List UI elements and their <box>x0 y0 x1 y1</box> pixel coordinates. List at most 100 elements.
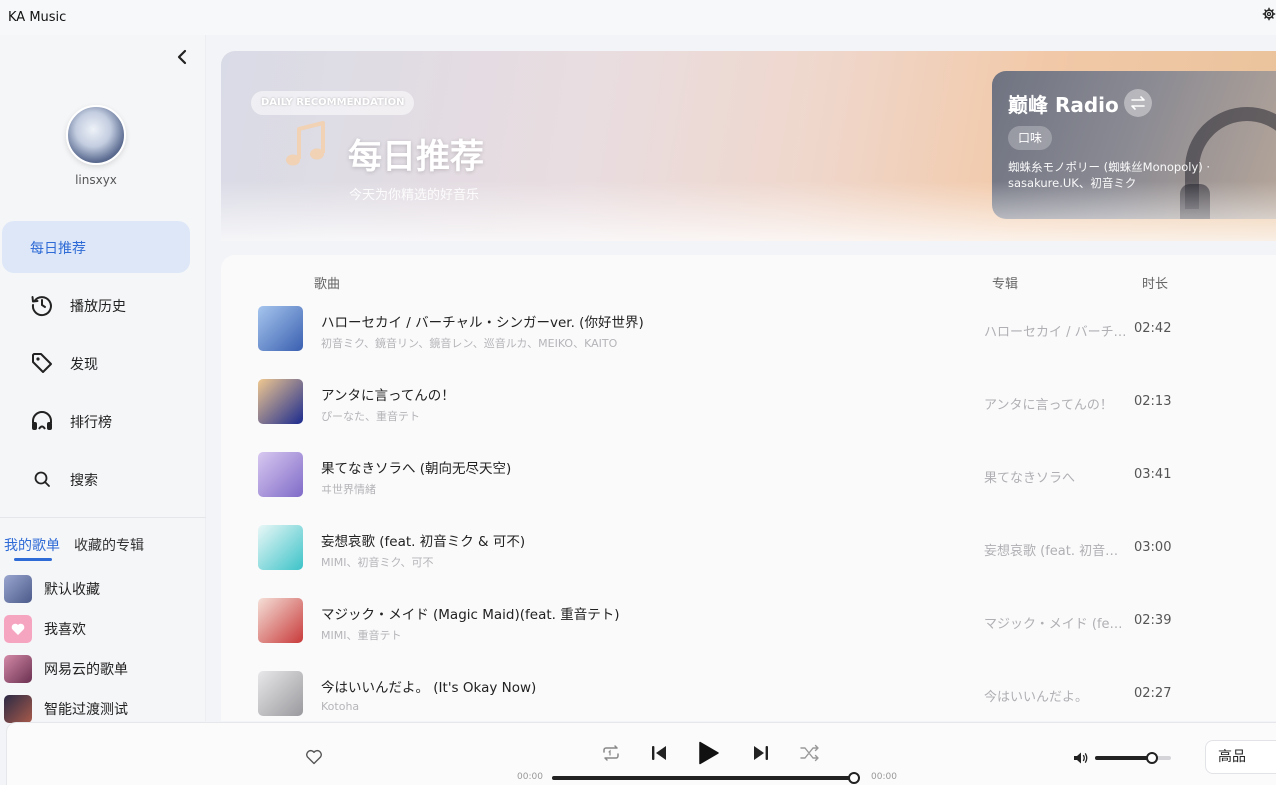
song-album[interactable]: アンタに言ってんの！ <box>984 394 1130 413</box>
playlist-thumbnail <box>4 655 32 683</box>
progress-fill <box>552 776 854 780</box>
song-cover <box>258 525 303 570</box>
sidebar-item-search[interactable]: 搜索 <box>2 453 190 505</box>
gear-icon[interactable] <box>1262 5 1276 23</box>
song-cover <box>258 452 303 497</box>
previous-icon[interactable] <box>651 744 667 762</box>
username: linsxyx <box>75 173 117 187</box>
song-title: 今はいいんだよ。 (It's Okay Now) <box>321 680 537 696</box>
column-header-duration: 时长 <box>1142 277 1169 292</box>
song-artists: Kotoha <box>321 700 360 713</box>
heart-playlist-icon <box>4 615 32 643</box>
song-album[interactable]: 妄想哀歌 (feat. 初音ミク & 可不) <box>984 540 1130 559</box>
song-duration: 02:13 <box>1134 394 1172 409</box>
volume-slider[interactable] <box>1095 752 1171 764</box>
library-tabs: 我的歌单 收藏的专辑 <box>4 535 144 561</box>
app-title: KA Music <box>8 10 67 25</box>
song-cover <box>258 598 303 643</box>
song-row[interactable]: アンタに言ってんの！ ぴーなた、重音テト アンタに言ってんの！ 02:13 <box>221 371 1276 444</box>
collapse-sidebar-icon[interactable] <box>172 47 192 67</box>
song-duration: 03:41 <box>1134 467 1172 482</box>
song-artists: ぴーなた、重音テト <box>321 410 420 423</box>
progress-handle[interactable] <box>848 772 860 784</box>
sidebar-item-label: 每日推荐 <box>30 241 86 257</box>
song-album[interactable]: 今はいいんだよ。 <box>984 686 1130 705</box>
headphone-icon <box>1180 107 1276 219</box>
song-album[interactable]: マジック・メイド (feat. 重音テト) <box>984 613 1130 632</box>
song-cover <box>258 671 303 716</box>
playlist-thumbnail <box>4 695 32 723</box>
playlist-name: 网易云的歌单 <box>44 662 128 678</box>
sidebar-nav: 每日推荐 播放历史 发现 排行榜 搜索 <box>0 221 206 511</box>
song-artists: MIMI、重音テト <box>321 629 402 642</box>
sidebar-item-label: 排行榜 <box>70 415 112 431</box>
sidebar-item-label: 搜索 <box>70 473 98 489</box>
history-icon <box>31 296 52 317</box>
playlist-name: 我喜欢 <box>44 622 86 638</box>
song-row[interactable]: 妄想哀歌 (feat. 初音ミク & 可不) MIMI、初音ミク、可不 妄想哀歌… <box>221 517 1276 590</box>
playlist-list: 默认收藏 我喜欢 网易云的歌单 智能过渡测试 <box>4 569 128 729</box>
playlist-item[interactable]: 网易云的歌单 <box>4 649 128 689</box>
volume-handle[interactable] <box>1146 752 1158 764</box>
avatar[interactable] <box>66 105 126 165</box>
volume-fill <box>1095 756 1152 760</box>
tab-saved-albums[interactable]: 收藏的专辑 <box>74 535 144 561</box>
song-cover <box>258 306 303 351</box>
song-row[interactable]: ハローセカイ / バーチャル・シンガーver. (你好世界) 初音ミク、鏡音リン… <box>221 298 1276 371</box>
song-duration: 02:27 <box>1134 686 1172 701</box>
song-list: 歌曲 专辑 时长 ハローセカイ / バーチャル・シンガーver. (你好世界) … <box>221 255 1276 721</box>
sidebar-divider <box>0 517 206 518</box>
banner-subtitle: 今天为你精选的好音乐 <box>349 188 480 203</box>
sidebar-item-discover[interactable]: 发现 <box>2 337 190 389</box>
playlist-name: 智能过渡测试 <box>44 702 128 718</box>
play-icon[interactable] <box>697 741 719 765</box>
song-cover <box>258 379 303 424</box>
sidebar-item-label: 发现 <box>70 357 98 373</box>
radio-card[interactable]: 巅峰 Radio 口味 蜘蛛糸モノポリー (蜘蛛丝Monopoly) · sas… <box>992 71 1276 219</box>
heart-icon[interactable] <box>305 749 323 765</box>
song-title: ハローセカイ / バーチャル・シンガーver. (你好世界) <box>321 315 644 331</box>
sidebar-item-charts[interactable]: 排行榜 <box>2 395 190 447</box>
playlist-thumbnail <box>4 575 32 603</box>
song-album[interactable]: 果てなきソラへ <box>984 467 1130 486</box>
song-artists: ヰ世界情緒 <box>321 483 376 496</box>
song-artists: MIMI、初音ミク、可不 <box>321 556 434 569</box>
song-duration: 02:39 <box>1134 613 1172 628</box>
banner-title: 每日推荐 <box>348 137 484 177</box>
tag-icon <box>32 353 52 373</box>
song-title: マジック・メイド (Magic Maid)(feat. 重音テト) <box>321 607 620 623</box>
shuffle-icon[interactable] <box>800 744 820 762</box>
sidebar: linsxyx 每日推荐 播放历史 发现 排行榜 搜索 我的歌单 收藏的专辑 默… <box>0 35 206 723</box>
headset-icon <box>32 411 52 430</box>
song-artists: 初音ミク、鏡音リン、鏡音レン、巡音ルカ、MEIKO、KAITO <box>321 337 618 350</box>
player-bar: 00:00 00:00 高品 <box>6 722 1276 785</box>
taste-chip[interactable]: 口味 <box>1008 126 1053 150</box>
sidebar-item-label: 播放历史 <box>70 299 126 315</box>
swap-icon[interactable] <box>1124 89 1152 117</box>
song-duration: 02:42 <box>1134 321 1172 336</box>
volume-icon[interactable] <box>1073 751 1089 765</box>
search-icon <box>34 471 50 487</box>
repeat-icon[interactable] <box>600 744 622 762</box>
song-row[interactable]: 今はいいんだよ。 (It's Okay Now) Kotoha 今はいいんだよ。… <box>221 663 1276 721</box>
song-row[interactable]: マジック・メイド (Magic Maid)(feat. 重音テト) MIMI、重… <box>221 590 1276 663</box>
song-title: 妄想哀歌 (feat. 初音ミク & 可不) <box>321 534 526 550</box>
song-title: アンタに言ってんの！ <box>321 388 455 404</box>
total-time: 00:00 <box>871 772 897 782</box>
column-header-album: 专辑 <box>992 277 1019 292</box>
progress-bar[interactable] <box>552 772 860 784</box>
sidebar-item-history[interactable]: 播放历史 <box>2 279 190 331</box>
song-row[interactable]: 果てなきソラへ (朝向无尽天空) ヰ世界情緒 果てなきソラへ 03:41 <box>221 444 1276 517</box>
next-icon[interactable] <box>753 744 769 762</box>
sidebar-item-daily[interactable]: 每日推荐 <box>2 221 190 273</box>
title-bar: KA Music <box>0 0 1276 35</box>
song-album[interactable]: ハローセカイ / バーチャル・シンガーver. <box>984 321 1130 340</box>
banner-badge: DAILY RECOMMENDATION <box>251 91 415 115</box>
quality-selector[interactable]: 高品 <box>1205 740 1276 774</box>
playlist-item[interactable]: 默认收藏 <box>4 569 128 609</box>
music-note-icon <box>286 121 325 166</box>
tab-my-playlists[interactable]: 我的歌单 <box>4 535 60 561</box>
playlist-item[interactable]: 我喜欢 <box>4 609 128 649</box>
radio-title: 巅峰 Radio <box>1008 93 1119 117</box>
song-duration: 03:00 <box>1134 540 1172 555</box>
